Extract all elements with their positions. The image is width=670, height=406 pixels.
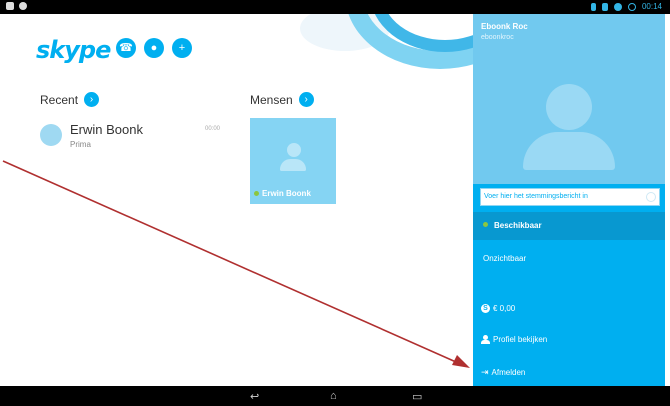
chevron-right-icon[interactable]: › (298, 92, 314, 107)
profile-display-name: Eboonk Roc (481, 22, 528, 31)
view-profile-label: Profiel bekijken (493, 335, 548, 344)
back-icon[interactable]: ↩ (250, 390, 259, 403)
status-bar: 00:14 (0, 0, 670, 14)
skype-credit-icon: S (481, 304, 490, 313)
recent-contact-item[interactable]: Erwin Boonk Prima 00:00 (40, 122, 230, 162)
system-navigation-bar: ↩ ⌂ ▭ (0, 386, 670, 406)
header-decoration (300, 14, 473, 76)
profile-avatar-icon (546, 84, 592, 130)
contact-name: Erwin Boonk (70, 122, 143, 137)
view-profile-item[interactable]: Profiel bekijken (481, 335, 547, 344)
chat-icon: ● (150, 42, 158, 54)
add-contact-button[interactable]: + (172, 38, 192, 58)
mood-message-input[interactable]: Voer hier het stemmingsbericht in (480, 188, 660, 206)
avatar (40, 124, 62, 146)
emoticon-icon[interactable] (646, 192, 656, 202)
mood-placeholder: Voer hier het stemmingsbericht in (484, 193, 588, 200)
battery-icon (627, 2, 636, 11)
contact-mood: Prima (70, 140, 91, 149)
people-title: Mensen (250, 92, 293, 107)
profile-handle: eboonkroc (481, 34, 514, 41)
call-button[interactable]: ☎ (116, 38, 136, 58)
chat-button[interactable]: ● (144, 38, 164, 58)
status-option-invisible[interactable]: Onzichtbaar (473, 245, 665, 273)
phone-icon: ☎ (119, 42, 133, 54)
gallery-notification-icon (6, 2, 14, 10)
people-contact-tile[interactable]: Erwin Boonk (250, 118, 336, 204)
logout-label: Afmelden (491, 368, 526, 377)
recent-header[interactable]: Recent › (40, 92, 100, 107)
wifi-icon (613, 2, 622, 11)
status-available-label: Beschikbaar (494, 221, 542, 230)
profile-panel: Eboonk Roc eboonkroc Voer hier het stemm… (473, 14, 665, 386)
people-header[interactable]: Mensen › (250, 92, 314, 107)
recent-apps-icon[interactable]: ▭ (412, 390, 422, 403)
avatar-icon (287, 143, 301, 157)
credit-amount: € 0,00 (493, 304, 516, 313)
status-invisible-label: Onzichtbaar (483, 254, 527, 263)
logout-item[interactable]: ⇥ Afmelden (481, 367, 525, 378)
bluetooth-icon (590, 2, 596, 11)
profile-header[interactable]: Eboonk Roc eboonkroc (473, 14, 665, 184)
online-status-icon (254, 191, 259, 196)
online-status-icon (483, 222, 488, 227)
contact-time: 00:00 (204, 126, 220, 132)
person-icon (481, 335, 490, 344)
add-contact-icon: + (178, 42, 186, 54)
alarm-icon (601, 2, 608, 11)
home-icon[interactable]: ⌂ (330, 390, 337, 402)
skype-credit-item[interactable]: S € 0,00 (481, 304, 515, 313)
tile-contact-name: Erwin Boonk (262, 189, 311, 198)
status-time: 00:14 (641, 2, 662, 11)
status-option-available[interactable]: Beschikbaar (473, 212, 665, 240)
recent-title: Recent (40, 92, 79, 107)
chevron-right-icon[interactable]: › (84, 92, 100, 107)
skype-logo: skype (36, 36, 111, 64)
logout-icon: ⇥ (481, 367, 489, 377)
skype-notification-icon (19, 2, 27, 10)
main-content: skype ☎ ● + Recent › Erwin Boonk Prima 0… (0, 14, 473, 386)
